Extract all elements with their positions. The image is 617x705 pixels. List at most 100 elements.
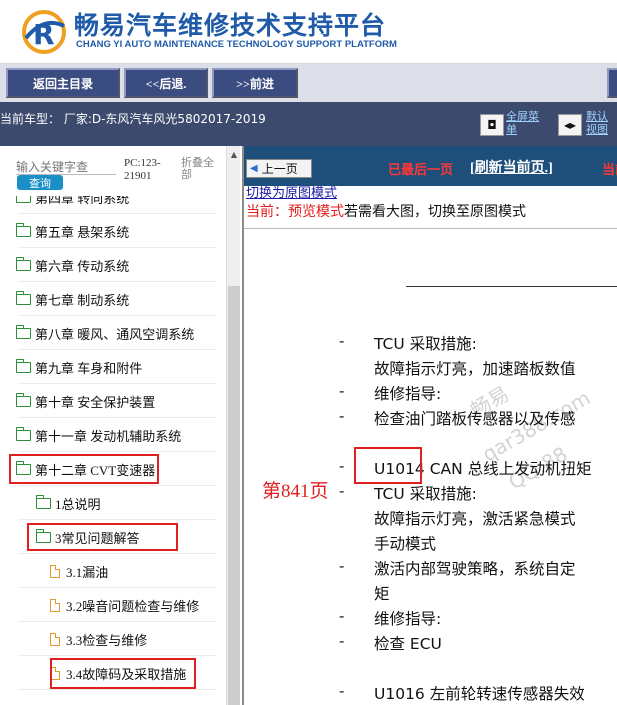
tree-item[interactable]: 第四章 转向系统 (0, 196, 226, 214)
document-line: TCU 采取措施: (374, 485, 477, 503)
platform-subtitle: CHANG YI AUTO MAINTENANCE TECHNOLOGY SUP… (76, 39, 397, 50)
fullscreen-icon[interactable]: ◘ (480, 114, 504, 136)
fullscreen-menu-link[interactable]: 全屏菜单 (506, 110, 546, 136)
content-divider (244, 228, 617, 229)
tree-item[interactable]: 1总说明 (0, 486, 226, 520)
chapter-tree: 第四章 转向系统第五章 悬架系统 第六章 传动系统 第七章 制动系统第八章 暖风、通… (0, 196, 226, 705)
document-line: TCU 采取措施: (374, 335, 477, 353)
tree-item-label: 第八章 暖风、通风空调系统 (35, 326, 195, 342)
page-number-label: 第841页 (262, 481, 329, 502)
last-page-notice: 已最后一页 (388, 162, 454, 177)
tree-item[interactable]: 第十一章 发动机辅助系统 (0, 418, 226, 452)
pc-code: PC:123-21901 (124, 157, 161, 182)
folder-icon (16, 196, 31, 203)
list-bullet: - (339, 332, 345, 350)
forward-button[interactable]: >>前进 (212, 68, 298, 98)
highlight-box-faq (27, 523, 178, 551)
default-view-link[interactable]: 默认视图 (586, 110, 617, 136)
list-bullet: - (339, 682, 345, 700)
tree-item-separator (18, 689, 216, 690)
tree-item[interactable]: 第六章 传动系统 (0, 248, 226, 282)
document-line: 激活内部驾驶策略，系统自定 (374, 560, 576, 578)
refresh-page-link[interactable]: [刷新当前页.] (470, 157, 553, 177)
tree-item-label: 3.2噪音问题检查与维修 (66, 598, 200, 614)
document-line: 故障指示灯亮，激活紧急模式 (374, 510, 576, 528)
prev-page-button[interactable]: ◀ 上一页 (246, 159, 312, 178)
tree-item-label: 第十一章 发动机辅助系统 (35, 428, 182, 444)
document-line: 手动模式 (374, 535, 437, 553)
tree-item[interactable]: 第五章 悬架系统 (0, 214, 226, 248)
folder-icon (15, 426, 31, 441)
document-viewer: ◀ 上一页 已最后一页 [刷新当前页.] 当前 切换为原图模式 当前：预览模式若… (242, 146, 617, 705)
current-label: 当前 (602, 162, 617, 177)
document-icon (50, 598, 60, 612)
back-button[interactable]: <<后退. (124, 68, 208, 98)
tree-item-label: 第五章 悬架系统 (35, 224, 130, 240)
highlight-box-fault-codes (50, 658, 196, 689)
highlight-box-chapter12 (9, 454, 159, 484)
folder-icon (35, 494, 51, 509)
list-bullet: - (339, 607, 345, 625)
document-icon (50, 564, 60, 578)
folder-icon (15, 392, 31, 407)
tree-item[interactable]: 3.2噪音问题检查与维修 (0, 588, 226, 622)
default-view-icon[interactable]: ◂▸ (558, 114, 582, 136)
list-bullet: - (339, 482, 345, 500)
list-bullet: - (339, 407, 345, 425)
tree-item[interactable]: 3.3检查与维修 (0, 622, 226, 656)
search-button[interactable]: 查询 (17, 175, 63, 190)
tree-item-label: 1总说明 (55, 496, 101, 512)
switch-original-mode-link[interactable]: 切换为原图模式 (246, 182, 337, 201)
list-bullet: - (339, 457, 345, 475)
tree-item-label: 第六章 传动系统 (35, 258, 130, 274)
folder-icon (15, 290, 31, 305)
page-rule (406, 286, 617, 287)
tree-item-label: 第四章 转向系统 (35, 196, 130, 206)
nav-bar: 返回主目录 <<后退. >>前进 (0, 64, 617, 102)
list-bullet: - (339, 632, 345, 650)
app-header: R 畅易汽车维修技术支持平台 CHANG YI AUTO MAINTENANCE… (0, 0, 617, 64)
current-car-model: 当前车型： 厂家:D-东风汽车风光5802017-2019 (0, 112, 266, 126)
logo-icon: R (22, 10, 66, 54)
tree-item[interactable]: 第七章 制动系统 (0, 282, 226, 316)
preview-mode-label: 当前：预览模式 (246, 204, 344, 220)
tree-item[interactable]: 第八章 暖风、通风空调系统 (0, 316, 226, 350)
document-line: 检查油门踏板传感器以及传感 (374, 410, 576, 428)
tree-item-label: 第七章 制动系统 (35, 292, 130, 308)
preview-mode-hint: 若需看大图，切换至原图模式 (344, 204, 526, 220)
viewer-toolbar: ◀ 上一页 已最后一页 [刷新当前页.] 当前 (244, 146, 617, 186)
document-line: 维修指导: (374, 385, 442, 403)
search-row: 查询 PC:123-21901 折叠全部 (0, 146, 226, 196)
highlight-box-code (354, 447, 422, 484)
sidebar: 查询 PC:123-21901 折叠全部 第四章 转向系统第五章 悬架系统第六章… (0, 146, 242, 705)
extra-nav-button[interactable] (607, 68, 617, 98)
tree-item-label: 3.1漏油 (66, 564, 109, 580)
tree-item[interactable]: 3.1漏油 (0, 554, 226, 588)
info-bar: 当前车型： 厂家:D-东风汽车风光5802017-2019 ◘ 全屏菜单 ◂▸ … (0, 102, 617, 146)
scroll-up-icon[interactable]: ▲ (227, 150, 241, 160)
folder-icon (15, 222, 31, 237)
document-line: 维修指导: (374, 610, 442, 628)
document-line: 检查 ECU (374, 635, 442, 653)
platform-title: 畅易汽车维修技术支持平台 (74, 11, 387, 40)
search-input[interactable] (16, 160, 116, 175)
tree-item[interactable]: 第十章 安全保护装置 (0, 384, 226, 418)
document-line: 故障指示灯亮，加速踏板数值 (374, 360, 576, 378)
document-line: 矩 (374, 585, 390, 603)
folder-icon (15, 256, 31, 271)
tree-item-label: 第九章 车身和附件 (35, 360, 143, 376)
scroll-thumb[interactable] (228, 286, 240, 705)
tree-item-label: 3.3检查与维修 (66, 632, 148, 648)
tree-item[interactable]: 第九章 车身和附件 (0, 350, 226, 384)
collapse-all-button[interactable]: 折叠全部 (181, 157, 221, 181)
prev-page-label: 上一页 (261, 162, 298, 176)
folder-icon (15, 324, 31, 339)
document-line: U1016 左前轮转速传感器失效 (374, 685, 585, 703)
sidebar-scrollbar[interactable]: ▲ (226, 146, 240, 705)
preview-mode-notice: 当前：预览模式若需看大图，切换至原图模式 (246, 201, 526, 221)
home-button[interactable]: 返回主目录 (6, 68, 120, 98)
folder-icon (15, 358, 31, 373)
list-bullet: - (339, 382, 345, 400)
tree-item-label: 第十章 安全保护装置 (35, 394, 156, 410)
list-bullet: - (339, 557, 345, 575)
